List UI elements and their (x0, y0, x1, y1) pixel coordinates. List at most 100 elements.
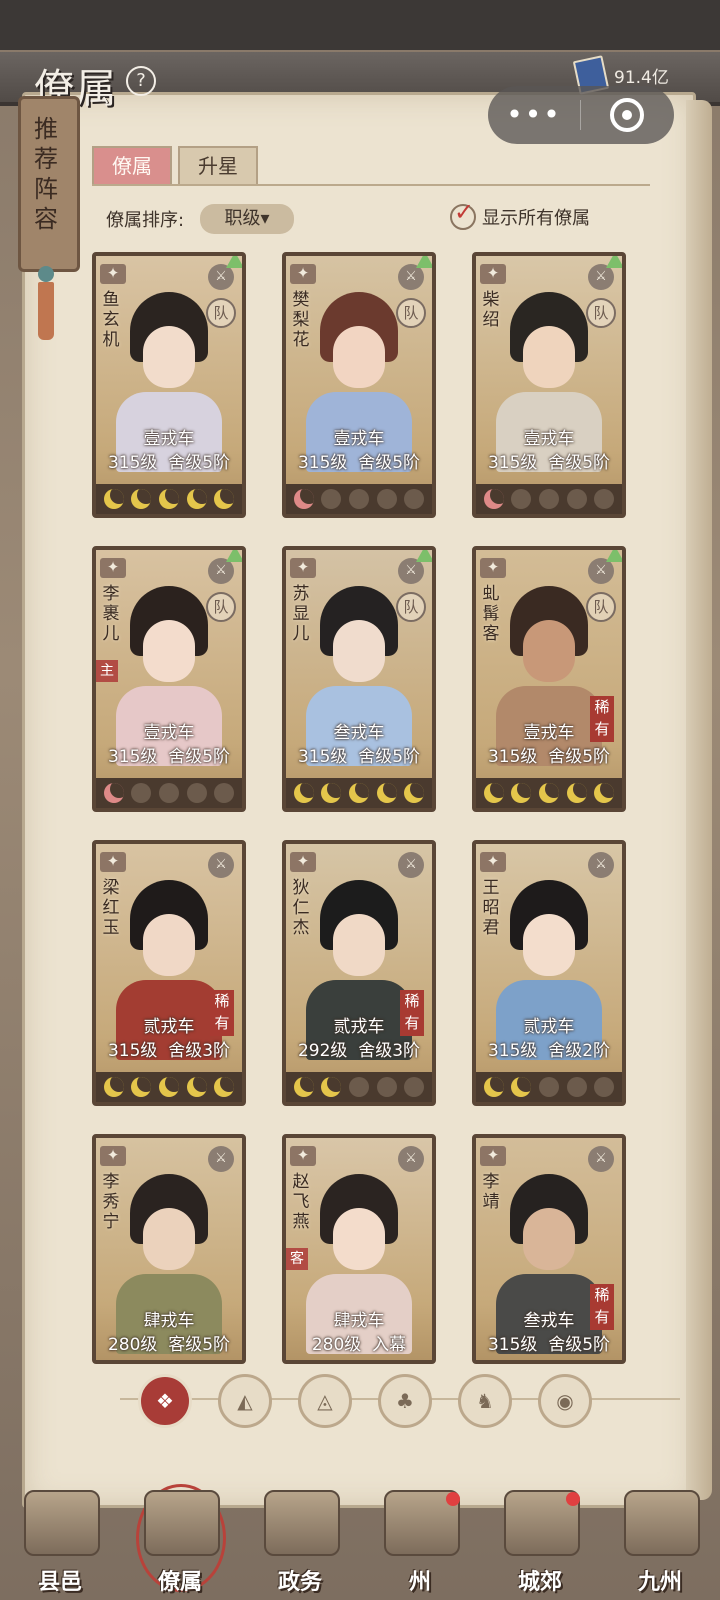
show-all-toggle[interactable]: 显示所有僚属 (450, 198, 590, 230)
filter-tiger-icon[interactable]: ◉ (538, 1374, 592, 1428)
star-icon (131, 783, 152, 803)
building-icon (624, 1490, 700, 1556)
star-row (96, 484, 242, 514)
star-icon (131, 489, 152, 509)
hero-name: 狄仁杰 (292, 878, 310, 938)
star-icon (131, 1077, 152, 1097)
hero-card[interactable]: ✦ 李秀宁 ⚔ 肆戎车 280级 客级5阶 (92, 1134, 246, 1364)
hero-card[interactable]: ✦ 樊梨花 ⚔ 队壹戎车 315级 舍级5阶 (282, 252, 436, 518)
tab-star-up[interactable]: 升星 (178, 146, 258, 186)
hero-level: 315级 舍级5阶 (96, 448, 242, 473)
hero-rank: 肆戎车 (333, 1311, 385, 1331)
hero-rank: 贰戎车 (143, 1017, 195, 1037)
filter-bird-icon[interactable]: ◭ (218, 1374, 272, 1428)
hero-level: 280级 客级5阶 (96, 1330, 242, 1355)
hero-card[interactable]: ✦ 赵飞燕 ⚔ 客肆戎车 280级 入幕 (282, 1134, 436, 1364)
upgrade-arrow-icon (416, 256, 432, 268)
nav-item-4[interactable]: 城郊 (480, 1480, 600, 1600)
star-row (286, 778, 432, 808)
building-icon (144, 1490, 220, 1556)
faction-icon: ✦ (290, 852, 316, 872)
recommend-lineup-button[interactable]: 推荐阵容 (18, 96, 80, 346)
hero-level: 315级 舍级3阶 (96, 1036, 242, 1061)
hero-face (143, 620, 195, 682)
hero-rank: 叁戎车 (333, 723, 385, 743)
hero-card[interactable]: ✦ 狄仁杰 ⚔ 稀有 贰戎车 292级 舍级3阶 (282, 840, 436, 1106)
star-row (96, 1072, 242, 1102)
notification-dot (566, 1492, 580, 1506)
stage-value: 舍级5阶 (548, 747, 611, 767)
faction-icon: ✦ (480, 558, 506, 578)
hero-face (523, 326, 575, 388)
hero-level: 315级 舍级5阶 (476, 742, 622, 767)
faction-icon: ✦ (480, 1146, 506, 1166)
hero-name: 赵飞燕 (292, 1172, 310, 1232)
hero-card[interactable]: ✦ 李靖 ⚔ 稀有 叁戎车 315级 舍级5阶 (472, 1134, 626, 1364)
level-value: 280级 (107, 1335, 158, 1355)
hero-card[interactable]: ✦ 王昭君 ⚔ 贰戎车 315级 舍级2阶 (472, 840, 626, 1106)
hero-level: 292级 舍级3阶 (286, 1036, 432, 1061)
nav-item-3[interactable]: 州 (360, 1480, 480, 1600)
nav-item-5[interactable]: 九州 (600, 1480, 720, 1600)
hero-name: 苏显儿 (292, 584, 310, 644)
star-row (286, 484, 432, 514)
hero-card[interactable]: ✦ 鱼玄机 ⚔ 队壹戎车 315级 舍级5阶 (92, 252, 246, 518)
star-icon (404, 783, 425, 803)
help-icon[interactable]: ? (126, 66, 156, 96)
hero-card[interactable]: ✦ 柴绍 ⚔ 队壹戎车 315级 舍级5阶 (472, 252, 626, 518)
star-icon (404, 1077, 425, 1097)
filter-all-icon[interactable]: ❖ (138, 1374, 192, 1428)
star-icon (158, 1077, 179, 1097)
star-icon (158, 489, 179, 509)
filter-fan-icon[interactable]: ♣ (378, 1374, 432, 1428)
filter-fox-icon[interactable]: ◬ (298, 1374, 352, 1428)
faction-icon: ✦ (480, 264, 506, 284)
role-icon: ⚔ (588, 1146, 614, 1172)
hero-level: 315级 舍级5阶 (286, 448, 432, 473)
star-icon (483, 489, 504, 509)
hero-rank: 壹戎车 (523, 723, 575, 743)
close-button[interactable] (581, 98, 673, 132)
level-value: 315级 (487, 747, 538, 767)
team-badge: 队 (206, 298, 236, 328)
tab-subordinates[interactable]: 僚属 (92, 146, 172, 186)
stage-value: 舍级5阶 (168, 747, 231, 767)
level-value: 315级 (297, 747, 348, 767)
nav-item-1[interactable]: 僚属 (120, 1480, 240, 1600)
hero-card[interactable]: ✦ 虬髯客 ⚔ 队稀有 壹戎车 315级 舍级5阶 (472, 546, 626, 812)
more-button[interactable]: ••• (488, 86, 580, 144)
sort-dropdown[interactable]: 职级▾ (200, 204, 294, 234)
hero-card[interactable]: ✦ 苏显儿 ⚔ 队叁戎车 315级 舍级5阶 (282, 546, 436, 812)
star-icon (538, 783, 559, 803)
target-icon (610, 98, 644, 132)
level-value: 280级 (311, 1335, 362, 1355)
star-icon (321, 1077, 342, 1097)
role-icon: ⚔ (208, 852, 234, 878)
hero-name: 王昭君 (482, 878, 500, 938)
star-icon (321, 783, 342, 803)
notification-dot (446, 1492, 460, 1506)
hero-face (523, 914, 575, 976)
star-row (96, 778, 242, 808)
nav-item-2[interactable]: 政务 (240, 1480, 360, 1600)
hero-name: 李秀宁 (102, 1172, 120, 1232)
hero-level: 315级 舍级5阶 (96, 742, 242, 767)
team-badge: 队 (396, 592, 426, 622)
hero-card[interactable]: ✦ 李裹儿 ⚔ 队主壹戎车 315级 舍级5阶 (92, 546, 246, 812)
star-icon (538, 489, 559, 509)
faction-icon: ✦ (100, 264, 126, 284)
nav-item-0[interactable]: 县邑 (0, 1480, 120, 1600)
star-row (476, 484, 622, 514)
star-row (286, 1072, 432, 1102)
stage-value: 舍级3阶 (358, 1041, 421, 1061)
sort-label: 僚属排序: (106, 210, 185, 231)
hero-face (143, 1208, 195, 1270)
filter-horse-icon[interactable]: ♞ (458, 1374, 512, 1428)
stage-value: 舍级5阶 (358, 453, 421, 473)
hero-level: 315级 舍级2阶 (476, 1036, 622, 1061)
hero-card[interactable]: ✦ 梁红玉 ⚔ 稀有 贰戎车 315级 舍级3阶 (92, 840, 246, 1106)
checkbox-icon[interactable] (450, 198, 476, 230)
role-icon: ⚔ (398, 852, 424, 878)
hero-rank: 贰戎车 (333, 1017, 385, 1037)
hero-level: 315级 舍级5阶 (476, 1330, 622, 1355)
